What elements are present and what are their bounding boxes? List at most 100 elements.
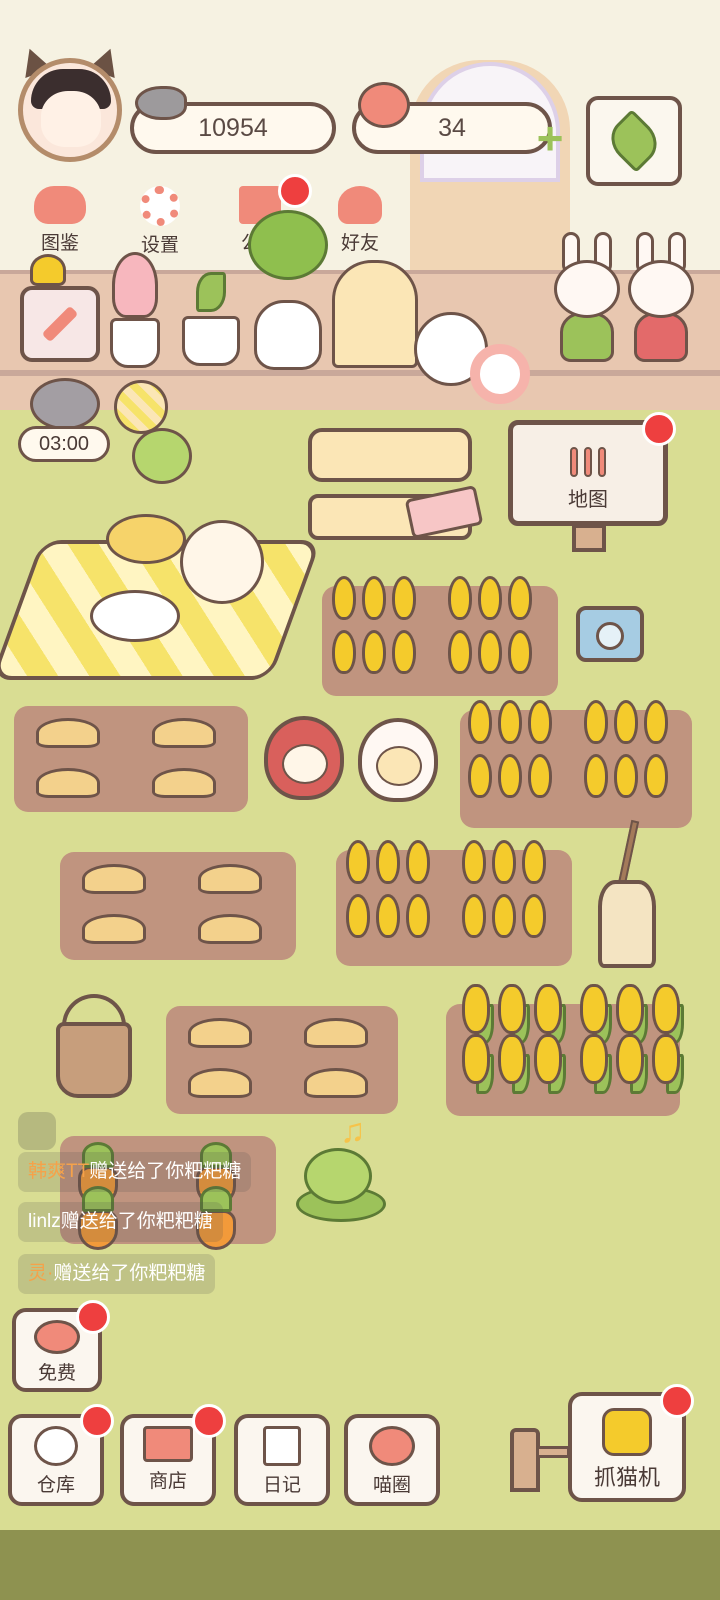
potato-sprite [304,1068,368,1098]
corn-sprite [652,984,680,1034]
potato-sprite [198,914,262,944]
wheat-sprite [528,700,552,744]
potato-sprite [188,1018,252,1048]
wheat-sprite [376,840,400,884]
claw-icon [602,1408,652,1456]
bunny-kimono [634,312,688,362]
wheat-sprite [478,576,502,620]
fence-post [510,1428,540,1492]
wheat-sprite [406,840,430,884]
wheat-sprite [462,840,486,884]
wheat-sprite [468,754,492,798]
corn-sprite [580,1034,608,1084]
sprout-pot[interactable] [182,316,240,366]
menu-friends[interactable]: 好友 [320,186,400,266]
bunny-kimono [560,312,614,362]
heart-currency-value: 34 [438,113,466,142]
plate [90,590,180,642]
sprout-plant [196,272,226,312]
chat-text: 赠送给了你粑粑糖 [89,1161,242,1182]
claw-machine-badge [660,1384,694,1418]
camera-lens [596,622,624,650]
cat-planet-icon [369,1426,415,1466]
potato-sprite [82,914,146,944]
daruma-face [376,746,422,786]
free-badge [76,1300,110,1334]
free-button-label: 免费 [37,1363,76,1384]
tree-pot[interactable] [254,300,322,370]
corn-sprite [462,984,490,1034]
wooden-bucket[interactable] [56,994,132,1098]
calendar-button[interactable] [20,286,100,362]
pencil-icon [41,305,79,343]
wheat-sprite [584,700,608,744]
wheat-sprite [508,576,532,620]
bunny-figure-left[interactable] [554,232,620,368]
avatar-face [41,91,101,147]
mouse-timer[interactable]: 03:00 [18,378,110,462]
chat-text: 赠送给了你粑粑糖 [53,1263,206,1284]
fish-icon [135,86,187,120]
wheat-sprite [362,630,386,674]
wheat-sprite [332,630,356,674]
wheat-sprite [584,754,608,798]
flower-pot[interactable] [110,318,160,368]
mouse-icon [30,378,100,430]
diary-button[interactable]: 日记 [234,1414,330,1506]
camera-item[interactable] [576,606,644,662]
fence-rail-small [536,1446,570,1458]
chat-sender: 灵· [28,1263,54,1284]
broom-item[interactable] [598,880,656,968]
red-owl-daruma[interactable] [264,716,344,800]
straw-hat [106,514,186,564]
heart-icon [358,82,410,128]
bunny-head [554,260,620,318]
wheat-sprite [528,754,552,798]
chat-message: 灵·赠送给了你粑粑糖 [18,1254,216,1294]
cat-circle-button[interactable]: 喵圈 [344,1414,440,1506]
wheat-sprite [614,754,638,798]
wheat-sprite [492,840,516,884]
leaf-frame-button[interactable] [586,96,682,186]
timer-value: 03:00 [18,426,110,462]
map-badge [642,412,676,446]
shop-icon [143,1426,193,1462]
warehouse-badge [80,1404,114,1438]
wheat-sprite [392,630,416,674]
wheat-sprite [614,700,638,744]
striped-balloon [114,380,168,434]
wheat-sprite [508,630,532,674]
frog-on-lily-pad[interactable] [296,1146,386,1222]
bunny-head [628,260,694,318]
diary-label: 日记 [262,1475,301,1496]
bunny-figure-right[interactable] [628,232,694,368]
map-fence-icon [513,447,663,477]
map-sign-label: 地图 [568,489,608,511]
fence-rail [0,370,720,376]
wheat-sprite [448,630,472,674]
menu-catalog[interactable]: 图鉴 [20,186,100,266]
corn-sprite [616,984,644,1034]
player-avatar[interactable] [18,58,122,162]
wheat-sprite [376,894,400,938]
bench-back [308,428,472,482]
potato-sprite [152,718,216,748]
chat-message: 韩爽TT赠送给了你粑粑糖 [18,1152,252,1192]
donut-balloon [470,344,530,404]
add-currency-plus-icon[interactable]: + [528,115,572,161]
corn-sprite [616,1034,644,1084]
birdhouse[interactable] [332,260,418,368]
white-owl-daruma[interactable] [358,718,438,802]
green-balloon [132,428,192,484]
potato-sprite [82,864,146,894]
warehouse-label: 仓库 [36,1475,75,1496]
corn-sprite [462,1034,490,1084]
corn-sprite [498,1034,526,1084]
wheat-sprite [644,700,668,744]
chat-toggle-button[interactable] [18,1112,56,1150]
announcements-badge [278,174,312,208]
corn-sprite [498,984,526,1034]
wheat-sprite [498,754,522,798]
cat-face-icon [34,186,86,224]
wheat-sprite [406,894,430,938]
